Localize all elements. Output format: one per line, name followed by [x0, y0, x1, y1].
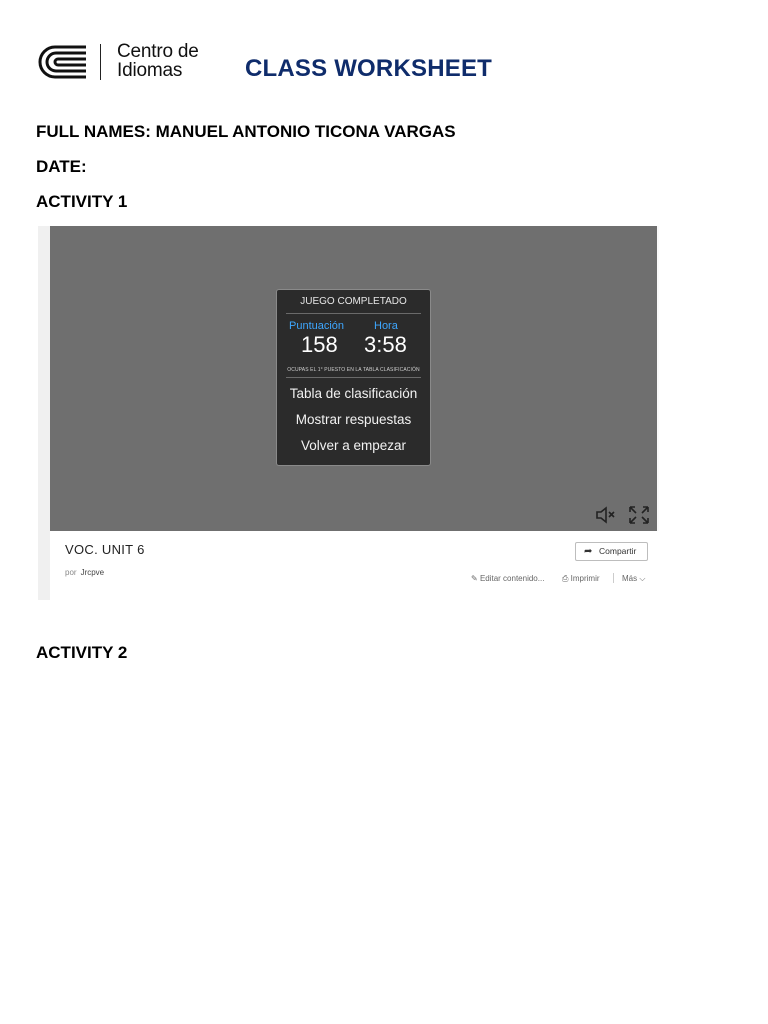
activity-2-heading: ACTIVITY 2 [36, 643, 128, 662]
rank-text: OCUPAS EL 1° PUESTO EN LA TABLA CLASIFIC… [287, 367, 420, 373]
more-menu[interactable]: Más ⌵ [622, 574, 645, 584]
action-divider [613, 573, 614, 583]
activity-1-heading: ACTIVITY 1 [36, 192, 128, 211]
fullscreen-icon[interactable] [628, 505, 650, 525]
logo-line-1: Centro de [117, 41, 199, 62]
game-completed-dialog: JUEGO COMPLETADO Puntuación Hora 158 3:5… [276, 289, 431, 466]
logo-line-2: Idiomas [117, 60, 183, 81]
share-arrow-icon: ➦ [584, 546, 593, 557]
more-label: Más [622, 574, 638, 583]
print-label: Imprimir [570, 574, 600, 583]
date-field: DATE: [36, 157, 87, 176]
share-label: Compartir [599, 546, 637, 556]
score-value: 158 [301, 332, 338, 357]
logo-mark-icon [38, 45, 86, 79]
centro-de-idiomas-logo: Centro de Idiomas [38, 42, 213, 84]
activity-title: VOC. UNIT 6 [65, 542, 145, 557]
game-area: JUEGO COMPLETADO Puntuación Hora 158 3:5… [50, 226, 657, 531]
author-link[interactable]: Jrcpve [81, 568, 105, 577]
activity-info-bar: VOC. UNIT 6 por Jrcpve ➦ Compartir ✎ Edit… [50, 531, 659, 600]
mute-icon[interactable] [595, 505, 617, 525]
time-label: Hora [374, 320, 398, 332]
pencil-icon: ✎ [471, 574, 478, 583]
restart-option[interactable]: Volver a empezar [277, 438, 430, 453]
leaderboard-option[interactable]: Tabla de clasificación [277, 386, 430, 401]
printer-icon: ⎙ [562, 574, 569, 583]
logo-divider [100, 44, 101, 80]
chevron-down-icon: ⌵ [639, 574, 646, 583]
logo-text: Centro de Idiomas [117, 42, 199, 80]
score-label: Puntuación [289, 320, 345, 332]
share-button[interactable]: ➦ Compartir [575, 542, 648, 561]
dialog-divider [286, 313, 421, 314]
edit-content-label: Editar contenido... [479, 574, 545, 583]
screenshot-left-margin [38, 226, 50, 600]
by-label: por [65, 568, 77, 577]
full-names-field: FULL NAMES: MANUEL ANTONIO TICONA VARGAS [36, 122, 456, 141]
worksheet-title: CLASS WORKSHEET [245, 55, 493, 82]
activity-1-screenshot: JUEGO COMPLETADO Puntuación Hora 158 3:5… [38, 226, 659, 600]
print-link[interactable]: ⎙ Imprimir [562, 574, 600, 584]
dialog-heading: JUEGO COMPLETADO [300, 296, 407, 307]
time-value: 3:58 [364, 332, 407, 357]
edit-content-link[interactable]: ✎ Editar contenido... [471, 574, 544, 583]
show-answers-option[interactable]: Mostrar respuestas [277, 412, 430, 427]
dialog-divider [286, 377, 421, 378]
byline: por Jrcpve [65, 568, 104, 577]
